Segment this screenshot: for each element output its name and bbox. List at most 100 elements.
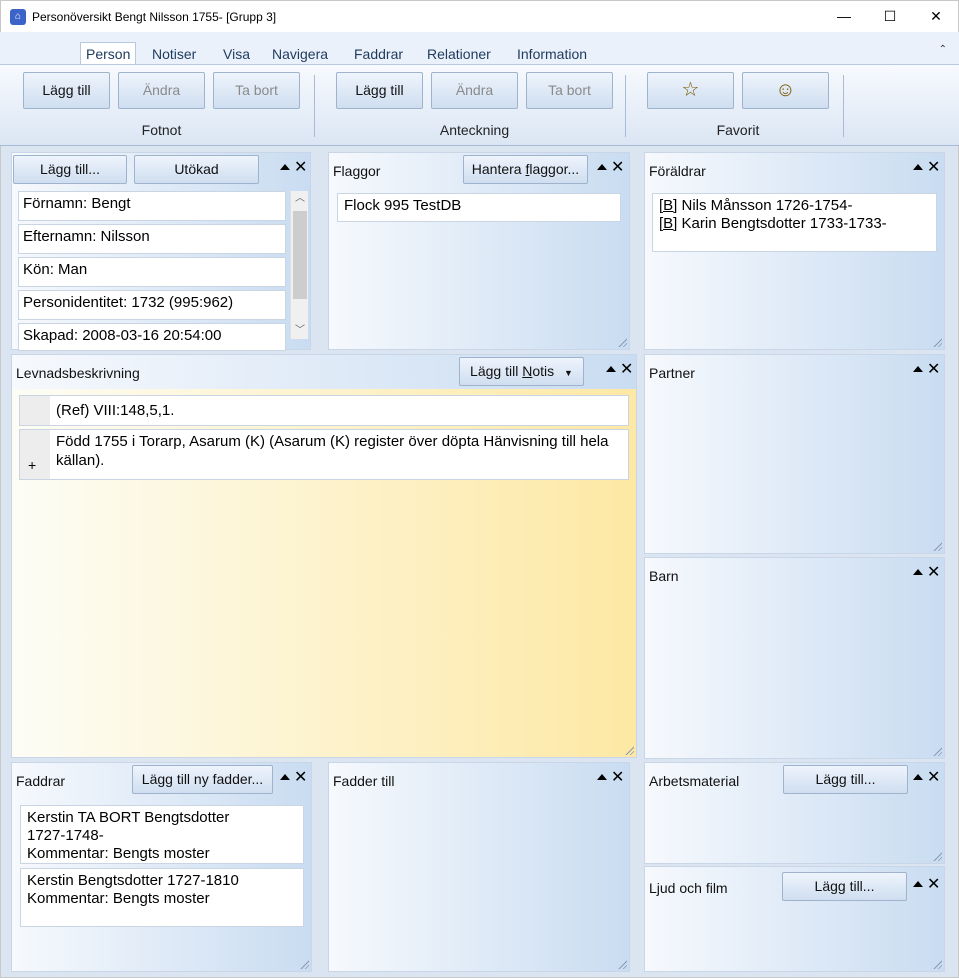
ribbon-tab-bar: Person Notiser Visa Navigera Faddrar Rel… <box>0 32 959 64</box>
godparents-panel: Faddrar Lägg till ny fadder... ✕ Kerstin… <box>11 762 312 972</box>
list-item[interactable]: Kerstin TA BORT Bengtsdotter 1727-1748- … <box>20 805 304 864</box>
footnote-group-label: Fotnot <box>141 122 182 138</box>
annotation-add-button[interactable]: Lägg till <box>336 72 423 109</box>
tab-relationer[interactable]: Relationer <box>427 46 491 62</box>
add-godparent-button[interactable]: Lägg till ny fadder... <box>132 765 273 794</box>
list-item[interactable]: [B] Karin Bengtsdotter 1733-1733- <box>659 215 930 233</box>
panel-close-icon[interactable]: ✕ <box>927 361 940 378</box>
parents-panel: Föräldrar ✕ [B] Nils Månsson 1726-1754- … <box>644 152 945 350</box>
panel-close-icon[interactable]: ✕ <box>927 564 940 581</box>
panel-close-icon[interactable]: ✕ <box>294 769 307 786</box>
scroll-up-icon[interactable]: ︿ <box>291 191 309 207</box>
favorite-star-button[interactable]: ☆ <box>647 72 734 109</box>
manage-flags-button[interactable]: Hantera flaggor... <box>463 155 588 184</box>
scroll-thumb[interactable] <box>293 211 307 299</box>
note-text: Född 1755 i Torarp, Asarum (K) (Asarum (… <box>56 433 609 469</box>
work-material-add-button[interactable]: Lägg till... <box>783 765 908 794</box>
add-note-button[interactable]: Lägg till Notis ▼ <box>459 357 584 386</box>
favorite-group-label: Favorit <box>716 122 760 138</box>
minimize-button[interactable]: — <box>821 1 867 32</box>
panel-close-icon[interactable]: ✕ <box>927 769 940 786</box>
panel-title: Ljud och film <box>649 880 728 896</box>
tab-visa[interactable]: Visa <box>223 46 250 62</box>
panel-collapse-icon[interactable] <box>597 164 607 170</box>
person-add-button[interactable]: Lägg till... <box>13 155 127 184</box>
resize-grip-icon[interactable] <box>932 959 942 969</box>
collapse-ribbon-icon[interactable]: ⌃ <box>939 44 947 55</box>
annotation-edit-button[interactable]: Ändra <box>431 72 518 109</box>
resize-grip-icon[interactable] <box>617 337 627 347</box>
maximize-button[interactable]: ☐ <box>867 1 913 32</box>
panel-title: Föräldrar <box>649 163 706 179</box>
person-id-field[interactable]: Personidentitet: 1732 (995:962) <box>18 290 286 320</box>
panel-title: Faddrar <box>16 773 66 789</box>
note-gutter <box>20 396 50 425</box>
panel-collapse-icon[interactable] <box>913 569 923 575</box>
footnote-add-button[interactable]: Lägg till <box>23 72 110 109</box>
panel-collapse-icon[interactable] <box>606 366 616 372</box>
person-scrollbar[interactable]: ︿ ﹀ <box>290 191 308 339</box>
panel-title: Levnadsbeskrivning <box>16 365 140 381</box>
list-item[interactable]: [B] Nils Månsson 1726-1754- <box>659 197 930 215</box>
note-card[interactable]: + Född 1755 i Torarp, Asarum (K) (Asarum… <box>19 429 629 480</box>
panel-title: Fadder till <box>333 773 395 789</box>
footnote-delete-button[interactable]: Ta bort <box>213 72 300 109</box>
panel-title: Flaggor <box>333 163 381 179</box>
partner-panel: Partner ✕ <box>644 354 945 554</box>
favorite-person-button[interactable]: ☺ <box>742 72 829 109</box>
resize-grip-icon[interactable] <box>932 746 942 756</box>
panel-collapse-icon[interactable] <box>280 774 290 780</box>
panel-collapse-icon[interactable] <box>597 774 607 780</box>
ribbon-separator <box>314 75 315 137</box>
parents-list: [B] Nils Månsson 1726-1754- [B] Karin Be… <box>652 193 937 252</box>
note-card[interactable]: (Ref) VIII:148,5,1. <box>19 395 629 426</box>
resize-grip-icon[interactable] <box>932 851 942 861</box>
workspace: Lägg till... Utökad ✕ Förnamn: Bengt Eft… <box>0 146 959 978</box>
created-field[interactable]: Skapad: 2008-03-16 20:54:00 <box>18 323 286 351</box>
expand-icon[interactable]: + <box>28 457 36 473</box>
panel-close-icon[interactable]: ✕ <box>927 876 940 893</box>
ribbon-separator <box>843 75 844 137</box>
resize-grip-icon[interactable] <box>299 959 309 969</box>
godparent-comment: Kommentar: Bengts moster <box>27 845 210 862</box>
panel-collapse-icon[interactable] <box>913 164 923 170</box>
flags-panel: Flaggor Hantera flaggor... ✕ Flock 995 T… <box>328 152 630 350</box>
first-name-field[interactable]: Förnamn: Bengt <box>18 191 286 221</box>
godparent-years: 1727-1748- <box>27 827 104 844</box>
resize-grip-icon[interactable] <box>617 959 627 969</box>
tab-navigera[interactable]: Navigera <box>272 46 328 62</box>
panel-collapse-icon[interactable] <box>913 366 923 372</box>
list-item[interactable]: Kerstin Bengtsdotter 1727-1810 Kommentar… <box>20 868 304 927</box>
panel-collapse-icon[interactable] <box>913 774 923 780</box>
godparent-of-panel: Fadder till ✕ <box>328 762 630 972</box>
close-button[interactable]: ✕ <box>913 1 959 32</box>
panel-close-icon[interactable]: ✕ <box>927 159 940 176</box>
last-name-field[interactable]: Efternamn: Nilsson <box>18 224 286 254</box>
scroll-down-icon[interactable]: ﹀ <box>291 323 309 339</box>
flag-item[interactable]: Flock 995 TestDB <box>337 193 621 222</box>
media-add-button[interactable]: Lägg till... <box>782 872 907 901</box>
panel-title: Arbetsmaterial <box>649 773 740 789</box>
tab-information[interactable]: Information <box>517 46 587 62</box>
panel-close-icon[interactable]: ✕ <box>620 361 633 378</box>
godparent-name: Kerstin TA BORT Bengtsdotter <box>27 809 230 826</box>
tab-notiser[interactable]: Notiser <box>152 46 196 62</box>
gender-field[interactable]: Kön: Man <box>18 257 286 287</box>
annotation-delete-button[interactable]: Ta bort <box>526 72 613 109</box>
panel-close-icon[interactable]: ✕ <box>294 159 307 176</box>
panel-close-icon[interactable]: ✕ <box>611 159 624 176</box>
panel-collapse-icon[interactable] <box>913 881 923 887</box>
panel-collapse-icon[interactable] <box>280 164 290 170</box>
person-expand-button[interactable]: Utökad <box>134 155 259 184</box>
panel-title: Barn <box>649 568 679 584</box>
ribbon: Lägg till Ändra Ta bort Fotnot Lägg till… <box>0 64 959 146</box>
godparent-comment: Kommentar: Bengts moster <box>27 890 210 907</box>
tab-faddrar[interactable]: Faddrar <box>354 46 403 62</box>
panel-close-icon[interactable]: ✕ <box>611 769 624 786</box>
godparent-name: Kerstin Bengtsdotter 1727-1810 <box>27 872 239 889</box>
tab-person[interactable]: Person <box>80 42 137 64</box>
footnote-edit-button[interactable]: Ändra <box>118 72 205 109</box>
resize-grip-icon[interactable] <box>932 337 942 347</box>
resize-grip-icon[interactable] <box>932 541 942 551</box>
dropdown-arrow-icon: ▼ <box>564 368 573 378</box>
